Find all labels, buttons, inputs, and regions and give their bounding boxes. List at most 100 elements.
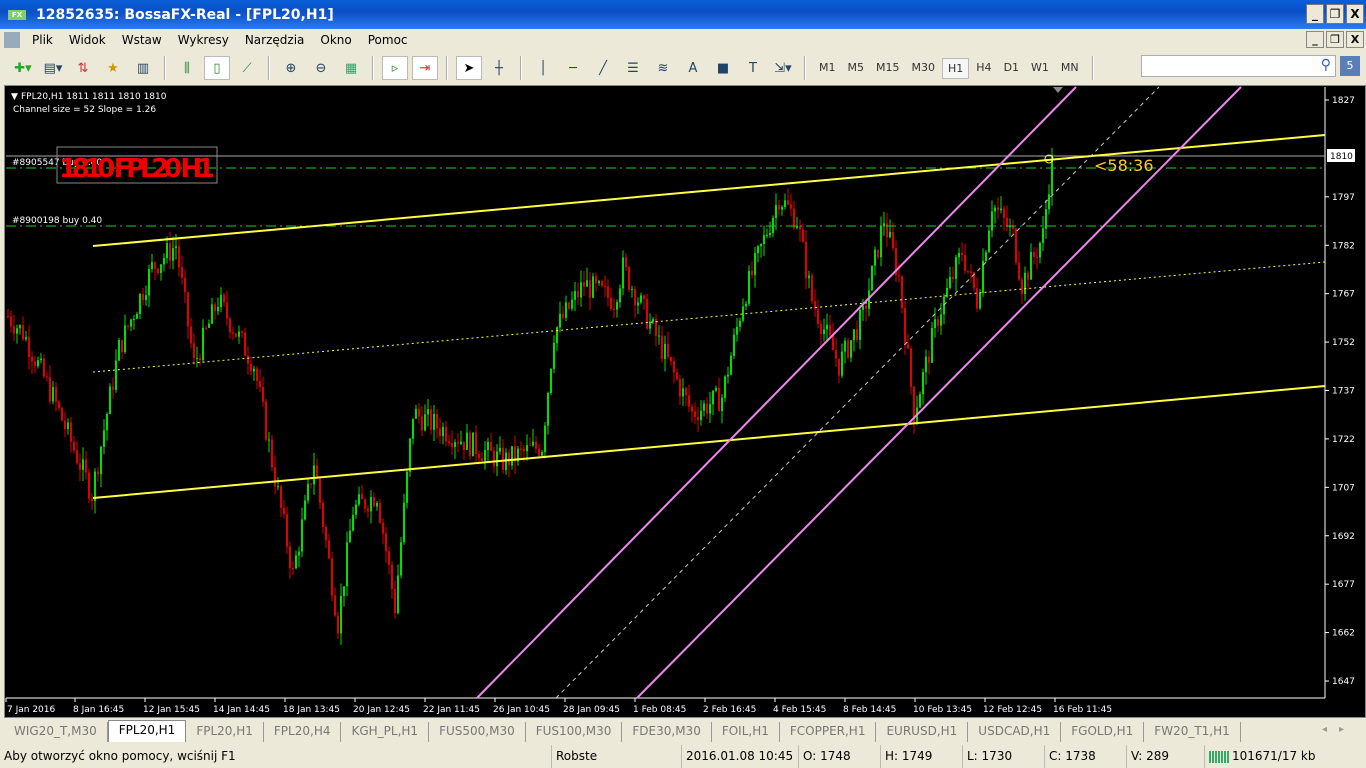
candle-body xyxy=(826,324,828,330)
menu-wstaw[interactable]: Wstaw xyxy=(114,33,170,47)
candles xyxy=(7,147,1053,645)
menu-okno[interactable]: Okno xyxy=(312,33,359,47)
menu-pomoc[interactable]: Pomoc xyxy=(360,33,416,47)
candle-body xyxy=(403,502,405,543)
chart-minimize-button[interactable]: _ xyxy=(1306,31,1324,48)
candle-body xyxy=(127,325,129,327)
chart-shift-icon[interactable]: ⇥ xyxy=(412,56,438,80)
candle-body xyxy=(613,308,615,310)
tab-chart[interactable]: FPL20,H1 xyxy=(186,722,264,742)
crosshair-icon[interactable]: ┼ xyxy=(486,56,512,80)
candle-body xyxy=(175,246,177,249)
tab-chart[interactable]: FUS100,M30 xyxy=(526,722,623,742)
price-chart[interactable]: ▼ FPL20,H1 1811 1811 1810 1810 Channel s… xyxy=(4,85,1366,718)
equidistant-channel-icon[interactable]: ☰ xyxy=(620,56,646,80)
search-icon[interactable]: ⚲ xyxy=(1321,57,1331,73)
channel-upper xyxy=(92,134,1326,247)
tab-chart[interactable]: EURUSD,H1 xyxy=(876,722,969,742)
minimize-button[interactable]: _ xyxy=(1306,4,1324,24)
candle-body xyxy=(727,374,729,377)
tab-chart[interactable]: FGOLD,H1 xyxy=(1061,722,1145,742)
timeframe-h1[interactable]: H1 xyxy=(942,57,970,79)
candle-body xyxy=(328,540,330,559)
candle-body xyxy=(784,200,786,208)
bar-chart-icon[interactable]: ⫼ xyxy=(174,56,200,80)
menu-wykresy[interactable]: Wykresy xyxy=(170,33,237,47)
chart-restore-button[interactable]: ❐ xyxy=(1326,31,1344,48)
candle-body xyxy=(331,558,333,596)
status-high: H: 1749 xyxy=(881,745,963,768)
tab-chart[interactable]: USDCAD,H1 xyxy=(968,722,1062,742)
tab-chart[interactable]: KGH_PL,H1 xyxy=(341,722,430,742)
timeframe-m5[interactable]: M5 xyxy=(843,58,870,79)
candle-body xyxy=(979,293,981,309)
candle-body xyxy=(286,514,288,547)
candle-body xyxy=(835,350,837,359)
terminal-icon[interactable]: ▥ xyxy=(130,56,156,80)
close-button[interactable]: X xyxy=(1346,4,1364,24)
tab-chart[interactable]: WIG20_T,M30 xyxy=(4,722,108,742)
candle-body xyxy=(433,413,435,430)
tile-windows-icon[interactable]: ▦ xyxy=(338,56,364,80)
candle-body xyxy=(439,428,441,437)
chart-close-button[interactable]: X xyxy=(1346,31,1364,48)
candle-body xyxy=(982,260,984,294)
candle-body xyxy=(349,530,351,543)
search-badge[interactable]: 5 xyxy=(1340,56,1360,76)
label-icon[interactable]: T xyxy=(740,56,766,80)
timeframe-d1[interactable]: D1 xyxy=(999,58,1024,79)
autoscroll-icon[interactable]: ▹ xyxy=(382,56,408,80)
tab-chart[interactable]: FW20_T1,H1 xyxy=(1144,722,1241,742)
tab-chart[interactable]: FDE30,M30 xyxy=(622,722,712,742)
candle-body xyxy=(364,499,366,509)
candle-body xyxy=(457,442,459,445)
text-icon[interactable]: A xyxy=(680,56,706,80)
menu-widok[interactable]: Widok xyxy=(61,33,114,47)
tab-chart[interactable]: FOIL,H1 xyxy=(712,722,780,742)
zoom-in-icon[interactable]: ⊕ xyxy=(278,56,304,80)
chart-window-icon[interactable] xyxy=(4,32,20,48)
timeframe-mn[interactable]: MN xyxy=(1056,58,1084,79)
search-input[interactable]: ⚲ xyxy=(1141,55,1336,77)
zoom-out-icon[interactable]: ⊖ xyxy=(308,56,334,80)
vertical-line-icon[interactable]: │ xyxy=(530,56,556,80)
text-label-icon[interactable]: ■ xyxy=(710,56,736,80)
candle-body xyxy=(775,205,777,218)
tab-chart[interactable]: FCOPPER,H1 xyxy=(780,722,877,742)
symbol-big-label: 1810 FPL20 H1 xyxy=(59,154,215,184)
candle-body xyxy=(70,422,72,442)
profiles-icon[interactable]: ▤▾ xyxy=(40,56,66,80)
candle-body xyxy=(592,276,594,298)
tab-chart[interactable]: FUS500,M30 xyxy=(429,722,526,742)
connection-icon[interactable] xyxy=(1209,750,1229,763)
candle-body xyxy=(928,356,930,363)
restore-button[interactable]: ❐ xyxy=(1326,4,1344,24)
arrows-icon[interactable]: ⇲▾ xyxy=(770,56,796,80)
horizontal-line-icon[interactable]: ─ xyxy=(560,56,586,80)
menu-plik[interactable]: Plik xyxy=(24,33,61,47)
timeframe-m1[interactable]: M1 xyxy=(814,58,841,79)
candlestick-icon[interactable]: ▯ xyxy=(204,56,230,80)
candle-body xyxy=(556,327,558,343)
candle-body xyxy=(85,459,87,473)
timeframe-m30[interactable]: M30 xyxy=(907,58,941,79)
candle-body xyxy=(709,404,711,414)
tab-chart[interactable]: FPL20,H4 xyxy=(264,722,342,742)
candle-body xyxy=(400,542,402,576)
new-chart-icon[interactable]: ✚▾ xyxy=(10,56,36,80)
timeframe-h4[interactable]: H4 xyxy=(971,58,996,79)
timeframe-m15[interactable]: M15 xyxy=(871,58,905,79)
fibonacci-icon[interactable]: ≋ xyxy=(650,56,676,80)
line-chart-icon[interactable]: ⟋ xyxy=(234,56,260,80)
navigator-icon[interactable]: ★ xyxy=(100,56,126,80)
menu-narzędzia[interactable]: Narzędzia xyxy=(237,33,313,47)
trendline-icon[interactable]: ╱ xyxy=(590,56,616,80)
tab-scroll-arrows[interactable]: ◂▸ xyxy=(1322,724,1356,735)
cursor-icon[interactable]: ➤ xyxy=(456,56,482,80)
tab-chart[interactable]: FPL20,H1 xyxy=(107,720,187,742)
market-watch-icon[interactable]: ⇅ xyxy=(70,56,96,80)
candle-body xyxy=(358,494,360,505)
candle-body xyxy=(346,542,348,587)
timeframe-w1[interactable]: W1 xyxy=(1026,58,1054,79)
candle-body xyxy=(187,292,189,327)
